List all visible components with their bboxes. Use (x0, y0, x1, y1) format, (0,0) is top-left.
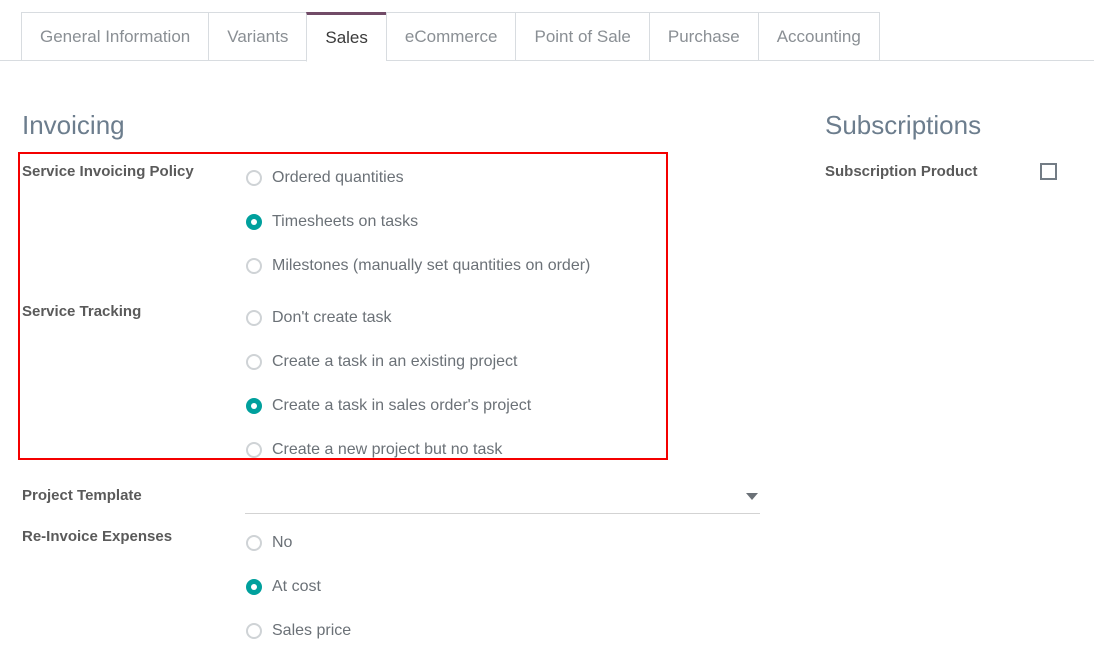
tab-label: Sales (325, 28, 368, 47)
tab-label: Variants (227, 26, 289, 46)
radio-option-label: Sales price (272, 622, 352, 639)
tab-point-of-sale[interactable]: Point of Sale (515, 12, 649, 61)
radio-icon[interactable] (246, 535, 262, 551)
radio-option-label: Timesheets on tasks (272, 213, 419, 230)
radio-option-label: Create a task in sales order's project (272, 397, 532, 414)
field-label-service-tracking: Service Tracking (22, 303, 142, 320)
tab-list: General Information Variants Sales eComm… (21, 12, 880, 62)
radio-icon[interactable] (246, 310, 262, 326)
radio-option-at-cost[interactable]: At cost (246, 565, 351, 609)
tab-variants[interactable]: Variants (208, 12, 307, 61)
radio-icon-selected[interactable] (246, 579, 262, 595)
tab-purchase[interactable]: Purchase (648, 12, 758, 61)
radio-group-service-invoicing-policy: Ordered quantities Timesheets on tasks M… (246, 156, 590, 288)
project-template-dropdown[interactable] (245, 483, 760, 514)
tab-sales[interactable]: Sales (306, 12, 386, 62)
radio-option-new-project-no-task[interactable]: Create a new project but no task (246, 428, 531, 472)
radio-icon[interactable] (246, 170, 262, 186)
radio-group-re-invoice-expenses: No At cost Sales price (246, 521, 351, 653)
radio-option-label: Create a task in an existing project (272, 353, 518, 370)
radio-option-task-sales-order-project[interactable]: Create a task in sales order's project (246, 384, 531, 428)
radio-option-milestones[interactable]: Milestones (manually set quantities on o… (246, 244, 590, 288)
field-service-invoicing-policy: Service Invoicing Policy (22, 157, 222, 186)
radio-option-label: No (272, 534, 293, 551)
field-service-tracking: Service Tracking (22, 297, 222, 326)
tab-ecommerce[interactable]: eCommerce (385, 12, 516, 61)
tab-bar: General Information Variants Sales eComm… (0, 0, 1094, 62)
field-label-project-template: Project Template (22, 487, 142, 504)
tab-label: General Information (40, 26, 191, 46)
radio-option-ordered-quantities[interactable]: Ordered quantities (246, 156, 590, 200)
radio-group-service-tracking: Don't create task Create a task in an ex… (246, 296, 531, 472)
tab-accounting[interactable]: Accounting (757, 12, 880, 61)
field-label-re-invoice-expenses: Re-Invoice Expenses (22, 528, 173, 545)
radio-icon[interactable] (246, 623, 262, 639)
field-project-template: Project Template (22, 481, 222, 510)
radio-option-timesheets-on-tasks[interactable]: Timesheets on tasks (246, 200, 590, 244)
subscriptions-section-title: Subscriptions (825, 110, 982, 140)
radio-option-label: Don't create task (272, 309, 392, 326)
invoicing-section-title: Invoicing (22, 110, 125, 140)
radio-option-dont-create-task[interactable]: Don't create task (246, 296, 531, 340)
radio-option-label: Milestones (manually set quantities on o… (272, 257, 591, 274)
tab-general-information[interactable]: General Information (21, 12, 209, 61)
radio-option-label: Ordered quantities (272, 169, 404, 186)
tab-label: Purchase (667, 26, 740, 46)
radio-option-no[interactable]: No (246, 521, 351, 565)
tab-label: Point of Sale (534, 26, 631, 46)
radio-icon[interactable] (246, 442, 262, 458)
radio-icon-selected[interactable] (246, 214, 262, 230)
radio-option-sales-price[interactable]: Sales price (246, 609, 351, 653)
radio-option-task-existing-project[interactable]: Create a task in an existing project (246, 340, 531, 384)
radio-icon-selected[interactable] (246, 398, 262, 414)
field-subscription-product: Subscription Product (825, 157, 1057, 186)
radio-icon[interactable] (246, 354, 262, 370)
radio-icon[interactable] (246, 258, 262, 274)
chevron-down-icon[interactable] (746, 493, 758, 500)
tab-label: Accounting (776, 26, 861, 46)
radio-option-label: Create a new project but no task (272, 441, 503, 458)
sales-tab-panel: Invoicing Service Invoicing Policy Order… (0, 61, 1094, 644)
subscription-product-checkbox[interactable] (1040, 163, 1057, 180)
field-re-invoice-expenses: Re-Invoice Expenses (22, 522, 222, 551)
tab-label: eCommerce (404, 26, 498, 46)
field-label-subscription-product: Subscription Product (825, 163, 978, 180)
radio-option-label: At cost (272, 578, 321, 595)
field-label-service-invoicing-policy: Service Invoicing Policy (22, 163, 194, 180)
